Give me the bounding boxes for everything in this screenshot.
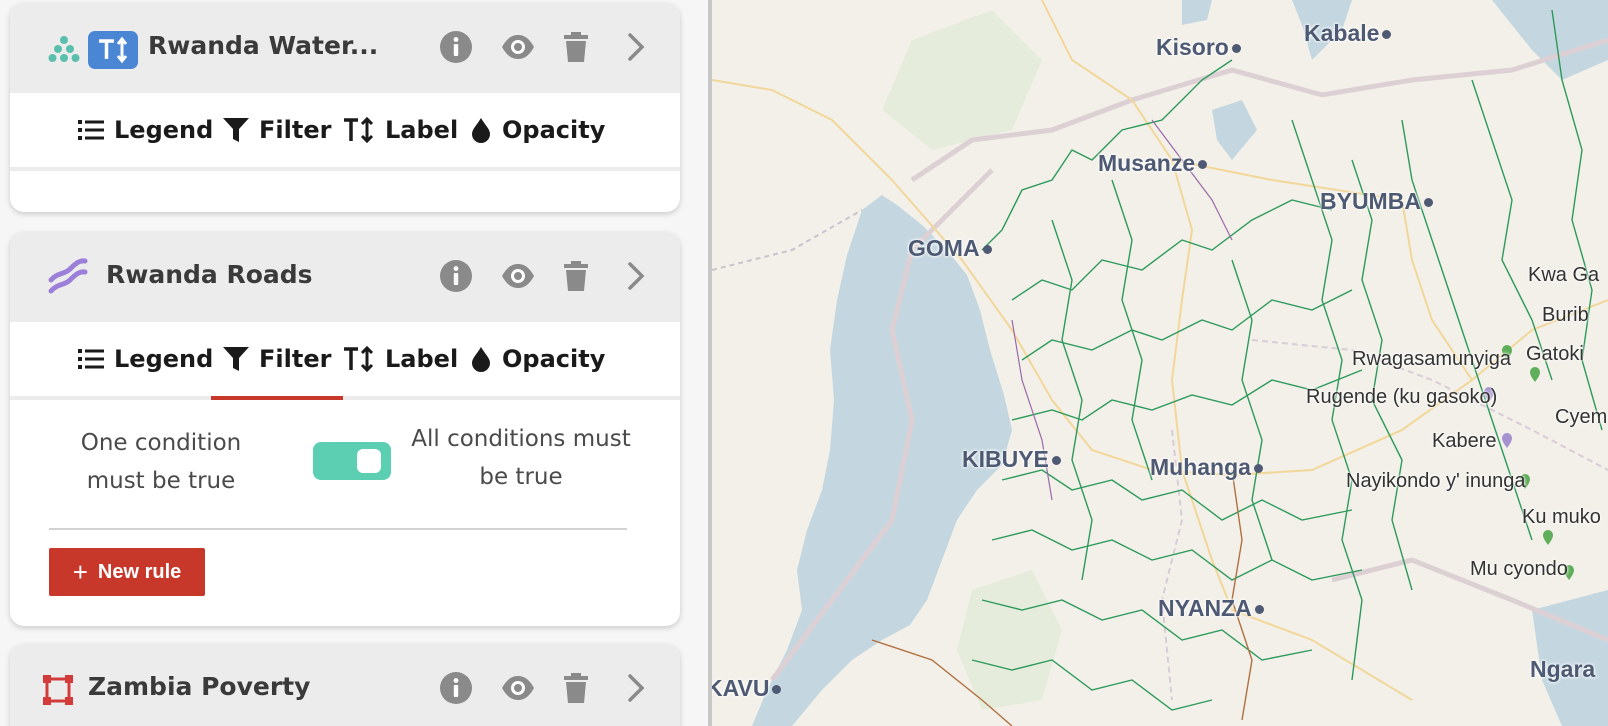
layer-header[interactable]: Rwanda Water... [10,3,680,93]
place-label[interactable]: Kabere [1432,430,1497,453]
polygon-layer-icon [42,674,74,710]
city-label[interactable]: Musanze [1098,150,1208,177]
place-label[interactable]: Ku muko [1522,506,1601,529]
city-label[interactable]: NYANZA [1158,595,1264,622]
place-label[interactable]: Burib [1542,304,1589,327]
new-rule-button[interactable]: + New rule [49,548,205,596]
city-label[interactable]: Kisoro [1156,34,1241,61]
list-icon [78,120,104,140]
city-label[interactable]: GOMA [908,235,992,262]
place-label[interactable]: Gatoki [1526,343,1584,366]
map-view[interactable]: Kisoro Kabale Musanze BYUMBA GOMA KIBUYE… [712,0,1608,726]
one-condition-label[interactable]: One condition must be true [50,424,272,500]
eye-icon[interactable] [500,258,536,294]
city-dot-icon [1382,30,1392,40]
place-label[interactable]: Kwa Ga [1528,264,1599,287]
city-dot-icon [772,685,782,695]
place-label[interactable]: Rugende (ku gasoko) [1306,386,1497,409]
layer-header[interactable]: Rwanda Roads [10,232,680,322]
eye-icon[interactable] [500,29,536,65]
city-label[interactable]: BYUMBA [1320,188,1433,215]
tab-label: Label [385,345,459,373]
tab-opacity[interactable]: Opacity [470,322,605,396]
trash-icon[interactable] [558,670,594,706]
city-label[interactable]: Kabale [1304,20,1392,47]
layer-card-zambia-poverty: Zambia Poverty [10,644,680,726]
trash-icon[interactable] [558,258,594,294]
info-icon[interactable] [438,670,474,706]
chevron-right-icon[interactable] [618,29,654,65]
city-label[interactable]: Muhanga [1150,454,1263,481]
filter-panel: One condition must be true All condition… [10,400,680,626]
tab-label: Opacity [502,116,606,144]
droplet-icon [472,118,490,143]
toggle-knob [357,449,381,473]
text-height-icon [344,117,374,143]
all-conditions-label[interactable]: All conditions must be true [410,420,632,496]
tab-filter[interactable]: Filter [223,93,331,167]
layer-card-rwanda-roads: Rwanda Roads Legend Filter Label Opacity… [10,232,680,626]
place-label[interactable]: Rwagasamunyiga [1352,348,1511,371]
line-layer-icon [48,258,88,300]
place-label[interactable]: Mu cyondo [1470,558,1568,581]
trash-icon[interactable] [558,29,594,65]
place-label[interactable]: Cyem [1555,406,1607,429]
city-label[interactable]: KAVU [712,675,782,702]
tab-label-settings[interactable]: Label [343,93,458,167]
new-rule-label: New rule [97,560,182,583]
text-height-icon [344,346,374,372]
chevron-right-icon[interactable] [618,670,654,706]
filter-icon [223,118,249,142]
list-icon [78,349,104,369]
city-dot-icon [982,245,992,255]
divider [49,528,627,530]
tab-opacity[interactable]: Opacity [470,93,605,167]
place-label[interactable]: Nayikondo y' inunga [1346,470,1526,493]
plus-icon: + [72,556,88,587]
points-icon [48,33,80,69]
tab-label: Label [385,116,459,144]
city-dot-icon [1051,456,1061,466]
city-dot-icon [1254,605,1264,615]
info-icon[interactable] [438,258,474,294]
layer-header[interactable]: Zambia Poverty [10,644,680,726]
info-icon[interactable] [438,29,474,65]
tab-label: Filter [259,345,332,373]
city-dot-icon [1253,464,1263,474]
layer-title: Rwanda Water... [148,31,379,60]
chevron-right-icon[interactable] [618,258,654,294]
condition-toggle[interactable] [313,442,391,480]
droplet-icon [472,347,490,372]
tab-filter[interactable]: Filter [210,322,344,400]
city-dot-icon [1423,198,1433,208]
filter-icon [223,347,249,371]
layer-card-rwanda-water: Rwanda Water... Legend Filter Label Opac… [10,3,680,212]
tab-label: Legend [114,345,214,373]
layer-tabs: Legend Filter Label Opacity [10,322,680,400]
tab-label-settings[interactable]: Label [343,322,458,396]
layer-tabs: Legend Filter Label Opacity [10,93,680,171]
layer-title: Zambia Poverty [88,672,311,701]
city-label[interactable]: KIBUYE [962,446,1061,473]
tab-legend[interactable]: Legend [78,322,213,396]
label-layer-icon [88,31,138,69]
tab-label: Legend [114,116,214,144]
city-dot-icon [1198,160,1208,170]
city-dot-icon [1231,44,1241,54]
eye-icon[interactable] [500,670,536,706]
layers-panel: Rwanda Water... Legend Filter Label Opac… [0,0,708,726]
tab-legend[interactable]: Legend [78,93,213,167]
city-label[interactable]: Ngara [1530,656,1595,683]
layer-title: Rwanda Roads [106,260,313,289]
tab-label: Filter [259,116,332,144]
tab-label: Opacity [502,345,606,373]
